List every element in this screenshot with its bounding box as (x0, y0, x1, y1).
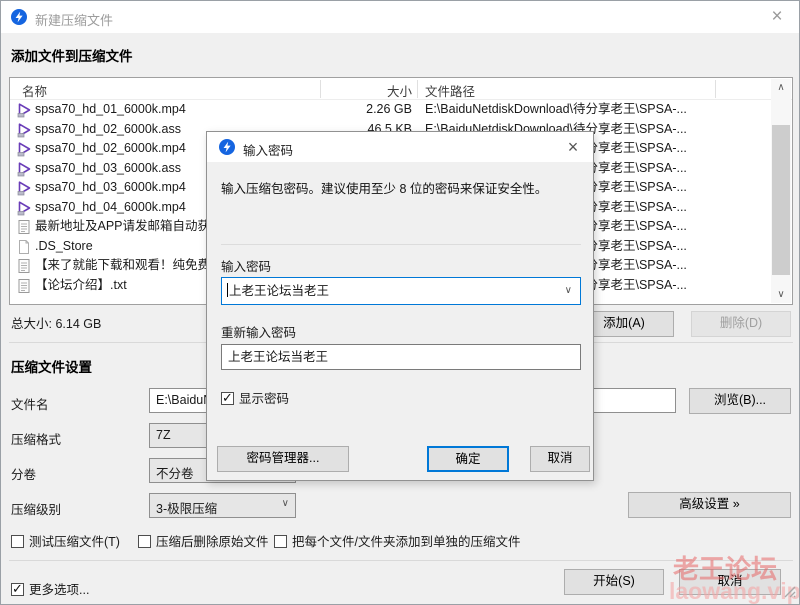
archive-settings-section-title: 压缩文件设置 (11, 360, 92, 375)
divider (221, 244, 581, 245)
separate-archives-checkbox[interactable]: 把每个文件/文件夹添加到单独的压缩文件 (274, 531, 520, 550)
password-input[interactable]: 上老王论坛当老王 ∨ (221, 277, 581, 305)
text-file-icon (16, 278, 32, 294)
video-file-icon (16, 141, 32, 157)
bandizip-logo-icon (219, 139, 235, 155)
dialog-cancel-button[interactable]: 取消 (530, 446, 590, 472)
text-caret (227, 283, 228, 297)
start-button[interactable]: 开始(S) (564, 569, 664, 595)
divider (9, 560, 793, 561)
checkbox-icon[interactable] (274, 535, 287, 548)
chevron-down-icon: ∨ (281, 498, 289, 509)
cancel-button[interactable]: 取消 (679, 569, 781, 595)
blank-file-icon (16, 239, 32, 255)
file-row[interactable]: spsa70_hd_01_6000k.mp4 2.26 GB E:\BaiduNet… (10, 100, 770, 120)
scrollbar-thumb[interactable] (772, 125, 790, 275)
file-list-header[interactable]: 名称 大小 文件路径 (10, 78, 792, 100)
text-file-icon (16, 219, 32, 235)
checkbox-label: 压缩后删除原始文件 (156, 535, 269, 549)
window-title: 新建压缩文件 (35, 13, 114, 28)
column-header-name[interactable]: 名称 (22, 81, 47, 100)
advanced-settings-button[interactable]: 高级设置 » (628, 492, 791, 518)
video-file-icon (16, 200, 32, 216)
file-size: 2.26 GB (366, 102, 412, 116)
format-label: 压缩格式 (11, 433, 62, 447)
video-file-icon (16, 180, 32, 196)
window-close-icon[interactable]: × (765, 5, 789, 29)
ok-button[interactable]: 确定 (427, 446, 509, 472)
confirm-password-value: 上老王论坛当老王 (228, 350, 329, 364)
scroll-down-icon[interactable]: ∨ (771, 286, 791, 303)
password-manager-button[interactable]: 密码管理器... (217, 446, 349, 472)
chevron-down-icon[interactable]: ∨ (565, 286, 572, 296)
password-dialog: 输入密码 × 输入压缩包密码。建议使用至少 8 位的密码来保证安全性。 输入密码… (206, 131, 594, 481)
volume-value: 不分卷 (156, 467, 194, 481)
password-dialog-title: 输入密码 (243, 144, 294, 158)
password-dialog-titlebar: 输入密码 × (207, 132, 593, 162)
test-archive-checkbox[interactable]: 测试压缩文件(T) (11, 531, 120, 550)
column-separator[interactable] (417, 80, 418, 98)
vertical-scrollbar[interactable]: ∧ ∨ (771, 79, 791, 303)
checkbox-icon[interactable] (138, 535, 151, 548)
dialog-close-icon[interactable]: × (561, 135, 585, 159)
checkbox-label: 更多选项... (29, 583, 90, 597)
delete-after-checkbox[interactable]: 压缩后删除原始文件 (138, 531, 269, 550)
checkbox-label: 测试压缩文件(T) (29, 535, 120, 549)
video-file-icon (16, 161, 32, 177)
filename-label: 文件名 (11, 398, 49, 412)
file-path: E:\BaiduNetdiskDownload\待分享老王\SPSA-... (425, 102, 687, 116)
confirm-password-input[interactable]: 上老王论坛当老王 (221, 344, 581, 370)
password-label: 输入密码 (221, 260, 272, 274)
password-hint-text: 输入压缩包密码。建议使用至少 8 位的密码来保证安全性。 (221, 182, 548, 196)
window-titlebar: 新建压缩文件 × (1, 1, 799, 33)
checkbox-icon[interactable] (11, 581, 24, 597)
checkbox-icon[interactable] (221, 390, 234, 406)
more-options-checkbox[interactable]: 更多选项... (11, 579, 89, 598)
level-value: 3-极限压缩 (156, 502, 218, 516)
format-value: 7Z (156, 428, 171, 442)
checkbox-label: 显示密码 (239, 392, 290, 406)
video-file-icon (16, 122, 32, 138)
volume-label: 分卷 (11, 468, 37, 482)
confirm-password-label: 重新输入密码 (221, 326, 297, 340)
checkbox-icon[interactable] (11, 535, 24, 548)
total-size-label: 总大小: 6.14 GB (11, 317, 102, 331)
text-file-icon (16, 258, 32, 274)
video-file-icon (16, 102, 32, 118)
browse-button[interactable]: 浏览(B)... (689, 388, 791, 414)
level-label: 压缩级别 (11, 503, 62, 517)
checkbox-label: 把每个文件/文件夹添加到单独的压缩文件 (292, 535, 521, 549)
column-header-size[interactable]: 大小 (320, 81, 412, 100)
resize-grip[interactable] (784, 586, 796, 601)
new-archive-window: 新建压缩文件 × 添加文件到压缩文件 名称 大小 文件路径 spsa70_hd_… (0, 0, 800, 605)
password-value: 上老王论坛当老王 (229, 284, 330, 298)
scroll-up-icon[interactable]: ∧ (771, 79, 791, 96)
add-files-section-title: 添加文件到压缩文件 (11, 49, 133, 64)
show-password-checkbox[interactable]: 显示密码 (221, 388, 289, 407)
bandizip-logo-icon (11, 9, 27, 25)
level-select[interactable]: 3-极限压缩 ∨ (149, 493, 296, 518)
delete-button: 删除(D) (691, 311, 791, 337)
column-separator[interactable] (715, 80, 716, 98)
file-name: spsa70_hd_01_6000k.mp4 (35, 102, 186, 116)
column-header-path[interactable]: 文件路径 (425, 81, 475, 100)
